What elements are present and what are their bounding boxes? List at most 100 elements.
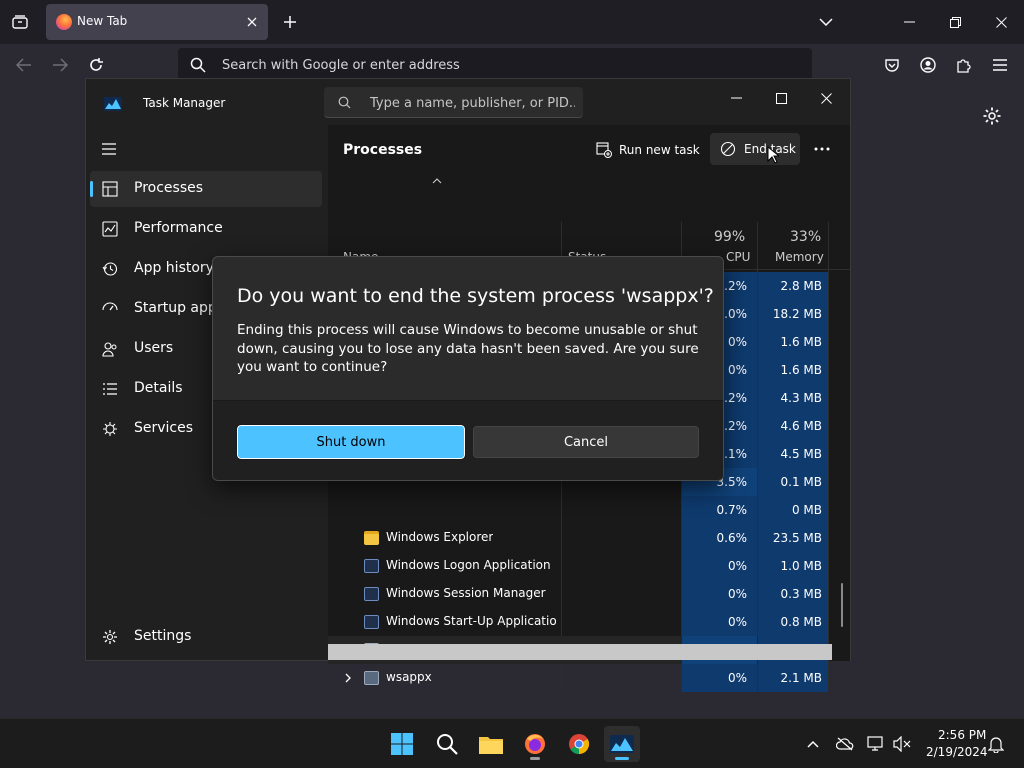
browser-tab[interactable]: New Tab [46, 4, 268, 40]
table-row[interactable]: Windows Start-Up Application 0% 0.8 MB [328, 608, 828, 636]
firefox-taskbar-button[interactable] [517, 726, 553, 762]
tm-minimize-button[interactable] [714, 83, 758, 113]
gear-icon [983, 107, 1001, 125]
hamburger-menu-button[interactable] [100, 141, 120, 157]
end-process-dialog: Do you want to end the system process 'w… [212, 256, 724, 481]
table-row[interactable]: 0.7% 0 MB [328, 496, 828, 524]
cpu-value: 0% [682, 552, 757, 580]
tabs-dropdown-button[interactable] [816, 12, 836, 32]
task-manager-taskbar-button[interactable] [604, 726, 640, 762]
clock-date[interactable]: 2/19/2024 [926, 745, 988, 759]
run-new-task-button[interactable]: Run new task [590, 135, 700, 165]
table-row[interactable]: Windows Logon Application 0% 1.0 MB [328, 552, 828, 580]
volume-button[interactable] [892, 734, 912, 754]
chrome-icon [569, 734, 590, 755]
app-menu-button[interactable] [988, 53, 1012, 77]
puzzle-icon [957, 59, 971, 73]
search-icon [437, 734, 458, 755]
prohibited-icon [720, 141, 736, 157]
task-manager-icon [610, 735, 634, 753]
chevron-right-icon[interactable] [344, 672, 352, 684]
notifications-button[interactable] [986, 734, 1006, 754]
shut-down-button[interactable]: Shut down [236, 424, 466, 460]
show-hidden-icons-button[interactable] [803, 734, 823, 754]
onedrive-button[interactable] [835, 734, 855, 754]
volume-muted-icon [893, 736, 911, 752]
settings-label: Settings [134, 628, 192, 644]
browser-close-button[interactable] [978, 0, 1024, 44]
pocket-icon [885, 59, 899, 72]
users-icon [102, 342, 117, 357]
memory-value: 2.1 MB [758, 664, 828, 692]
more-options-button[interactable] [808, 137, 836, 161]
extensions-button[interactable] [952, 53, 976, 77]
memory-value: 1.0 MB [758, 552, 828, 580]
close-icon [995, 16, 1007, 28]
tm-maximize-button[interactable] [759, 83, 803, 113]
cpu-total-percent: 99% [714, 229, 746, 245]
nav-label: Performance [134, 220, 223, 236]
memory-value: 18.2 MB [758, 300, 828, 328]
browser-restore-button[interactable] [932, 0, 978, 44]
table-row[interactable]: Windows Session Manager 0% 0.3 MB [328, 580, 828, 608]
table-row[interactable]: Windows Explorer 0.6% 23.5 MB [328, 524, 828, 552]
memory-value: 0.8 MB [758, 608, 828, 636]
network-icon [867, 736, 883, 751]
minimize-icon [730, 97, 742, 99]
account-button[interactable] [916, 53, 940, 77]
pocket-button[interactable] [880, 53, 904, 77]
column-divider [828, 222, 829, 690]
memory-value: 0.1 MB [758, 468, 828, 496]
clock-time[interactable]: 2:56 PM [938, 728, 986, 742]
details-icon [103, 383, 117, 395]
bell-icon [988, 737, 1004, 753]
process-name: Windows Start-Up Application [386, 614, 556, 628]
minimize-icon [903, 21, 915, 23]
nav-performance[interactable]: Performance [90, 211, 322, 247]
new-tab-button[interactable] [280, 12, 300, 32]
address-bar[interactable] [178, 48, 812, 82]
cloud-offline-icon [836, 737, 854, 751]
cancel-button[interactable]: Cancel [473, 426, 699, 458]
memory-value: 4.3 MB [758, 384, 828, 412]
account-icon [920, 57, 936, 73]
file-explorer-button[interactable] [473, 726, 509, 762]
tm-close-button[interactable] [804, 83, 848, 113]
nav-label: Services [134, 420, 194, 436]
search-button[interactable] [429, 726, 465, 762]
column-header-memory[interactable]: Memory [775, 250, 824, 264]
column-header-cpu[interactable]: CPU [726, 250, 750, 264]
reload-button[interactable] [84, 53, 108, 77]
close-icon [820, 92, 832, 104]
vertical-scrollbar[interactable] [841, 583, 843, 627]
back-button[interactable] [12, 53, 36, 77]
run-new-task-label: Run new task [619, 143, 700, 157]
dialog-footer: Shut down Cancel [213, 400, 723, 480]
process-search-box[interactable] [324, 87, 583, 118]
horizontal-scrollbar[interactable] [328, 644, 832, 660]
new-tab-settings-button[interactable] [982, 106, 1004, 128]
nav-processes[interactable]: Processes [90, 171, 322, 207]
startup-apps-icon [102, 302, 118, 311]
browser-minimize-button[interactable] [886, 0, 932, 44]
hamburger-icon [993, 59, 1007, 71]
chevron-up-icon [807, 740, 819, 748]
nav-settings[interactable]: Settings [90, 619, 322, 655]
process-name: wsappx [386, 670, 432, 684]
back-arrow-icon [16, 58, 31, 72]
table-row[interactable]: wsappx 0% 2.1 MB [328, 664, 828, 692]
start-button[interactable] [384, 726, 420, 762]
folder-icon [364, 531, 379, 545]
list-all-tabs-button[interactable] [8, 10, 32, 34]
end-task-button[interactable]: End task [710, 133, 800, 165]
address-input[interactable] [222, 55, 782, 75]
memory-value: 2.8 MB [758, 272, 828, 300]
tab-list-icon [12, 15, 28, 29]
dialog-title: Do you want to end the system process 'w… [237, 285, 714, 307]
process-search-input[interactable] [370, 94, 575, 112]
forward-button[interactable] [48, 53, 72, 77]
nav-label: Processes [134, 180, 204, 196]
chrome-taskbar-button[interactable] [561, 726, 597, 762]
network-button[interactable] [866, 734, 886, 754]
tab-close-button[interactable] [244, 14, 260, 30]
